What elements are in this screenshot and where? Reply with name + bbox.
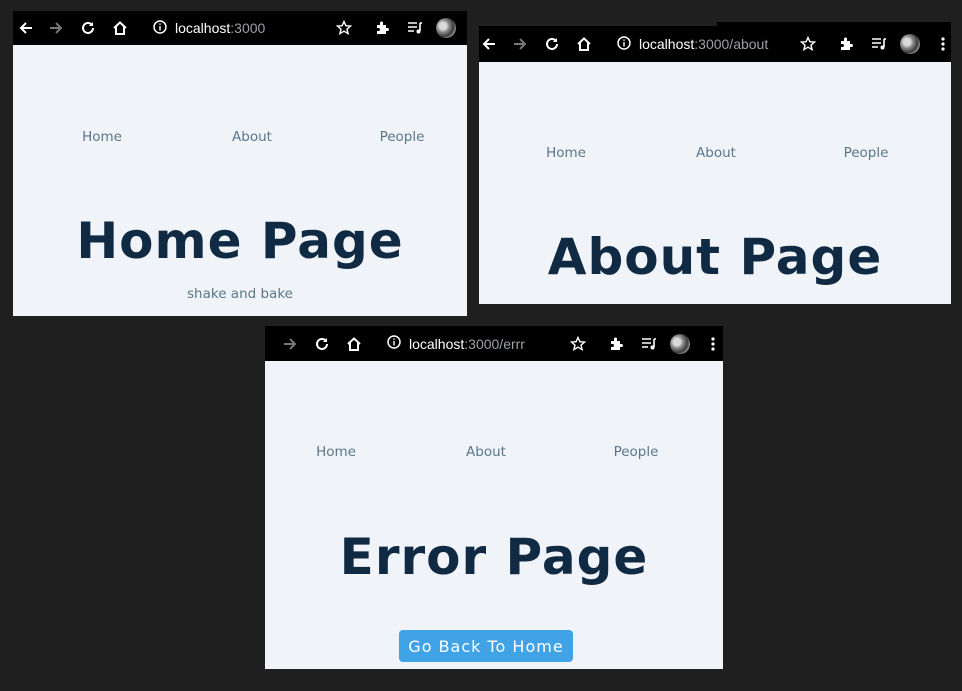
nav-link-home[interactable]: Home — [82, 129, 122, 145]
nav-link-about[interactable]: About — [466, 444, 506, 460]
media-queue-icon[interactable] — [404, 11, 426, 45]
url-host: localhost — [409, 335, 465, 352]
page-title: About Page — [547, 228, 883, 286]
home-icon[interactable] — [573, 26, 595, 62]
media-queue-icon[interactable] — [868, 26, 890, 62]
info-icon[interactable] — [617, 35, 631, 53]
info-icon[interactable] — [153, 19, 167, 37]
home-icon[interactable] — [109, 11, 131, 45]
profile-avatar[interactable] — [670, 333, 690, 354]
star-icon[interactable] — [797, 26, 819, 62]
back-icon[interactable] — [479, 26, 499, 62]
extensions-icon[interactable] — [836, 26, 858, 62]
reload-icon[interactable] — [77, 11, 99, 45]
nav-link-about[interactable]: About — [696, 145, 736, 161]
star-icon[interactable] — [567, 326, 589, 361]
star-icon[interactable] — [333, 11, 355, 45]
url-path: :3000/about — [694, 36, 769, 52]
forward-icon[interactable] — [279, 326, 301, 361]
menu-icon[interactable] — [935, 26, 951, 62]
media-queue-icon[interactable] — [638, 326, 660, 361]
url-host: localhost — [639, 36, 695, 52]
info-icon[interactable] — [387, 335, 401, 352]
profile-avatar-wrap[interactable] — [669, 326, 691, 361]
profile-avatar[interactable] — [436, 18, 456, 38]
browser-toolbar: localhost:3000/errr — [265, 326, 723, 361]
profile-avatar-wrap[interactable] — [435, 11, 457, 45]
profile-avatar-wrap[interactable] — [899, 26, 921, 62]
page-title: Home Page — [76, 212, 404, 270]
nav-link-home[interactable]: Home — [316, 444, 356, 460]
back-icon[interactable] — [15, 11, 37, 45]
menu-icon[interactable] — [705, 326, 721, 361]
browser-window-error: localhost:3000/errr Home About People Er… — [265, 326, 723, 669]
forward-icon[interactable] — [45, 11, 67, 45]
forward-icon[interactable] — [509, 26, 531, 62]
nav-link-about[interactable]: About — [232, 129, 272, 145]
nav-link-people[interactable]: People — [614, 444, 659, 460]
nav-link-people[interactable]: People — [844, 145, 889, 161]
address-bar[interactable]: localhost:3000/errr — [387, 326, 525, 361]
url-path: :3000/errr — [464, 335, 525, 352]
browser-toolbar: localhost:3000/about — [479, 26, 951, 62]
url-path: :3000 — [230, 20, 266, 36]
page-subtitle: shake and bake — [187, 286, 293, 302]
profile-avatar[interactable] — [900, 34, 920, 54]
nav-link-home[interactable]: Home — [546, 145, 586, 161]
reload-icon[interactable] — [541, 26, 563, 62]
address-bar[interactable]: localhost:3000/about — [617, 26, 768, 62]
reload-icon[interactable] — [311, 326, 333, 361]
page-title: Error Page — [339, 528, 649, 586]
extensions-icon[interactable] — [606, 326, 628, 361]
nav-link-people[interactable]: People — [380, 129, 425, 145]
go-back-home-button[interactable]: Go Back To Home — [399, 630, 573, 662]
home-icon[interactable] — [343, 326, 365, 361]
address-bar[interactable]: localhost:3000 — [153, 11, 265, 45]
browser-window-about: localhost:3000/about Home About People A… — [479, 26, 951, 304]
browser-window-home: localhost:3000 Home About People Home Pa… — [13, 11, 467, 316]
browser-toolbar: localhost:3000 — [13, 11, 467, 45]
extensions-icon[interactable] — [372, 11, 394, 45]
url-host: localhost — [175, 20, 231, 36]
